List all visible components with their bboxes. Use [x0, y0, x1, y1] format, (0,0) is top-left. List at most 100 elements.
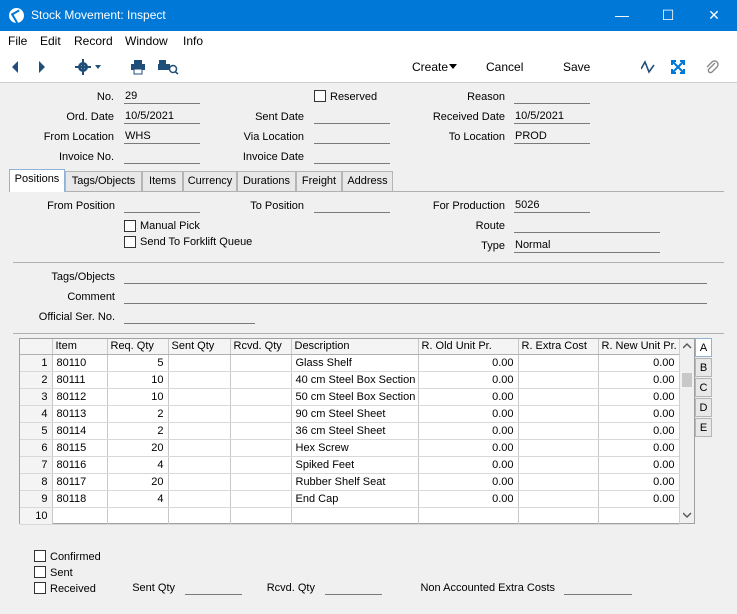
- comment-field[interactable]: [124, 290, 707, 304]
- description-cell[interactable]: 50 cm Steel Box Section: [291, 388, 419, 406]
- scroll-up-icon[interactable]: [683, 343, 692, 349]
- req-qty-cell[interactable]: 2: [107, 422, 169, 440]
- tab-durations[interactable]: Durations: [237, 171, 296, 191]
- tab-freight[interactable]: Freight: [296, 171, 342, 191]
- item-cell[interactable]: 80113: [52, 405, 108, 423]
- item-cell[interactable]: [52, 507, 108, 525]
- extra-cost-cell[interactable]: [518, 422, 599, 440]
- chevron-down-icon[interactable]: [449, 64, 458, 70]
- received-date-field[interactable]: 10/5/2021: [514, 110, 590, 124]
- menu-info[interactable]: Info: [183, 34, 203, 48]
- item-cell[interactable]: 80110: [52, 354, 108, 372]
- old-unit-price-cell[interactable]: [418, 507, 519, 525]
- rcvd-qty-cell[interactable]: [230, 371, 292, 389]
- rcvd-qty-cell[interactable]: [230, 490, 292, 508]
- extra-cost-cell[interactable]: [518, 490, 599, 508]
- sent-qty-cell[interactable]: [168, 422, 231, 440]
- table-row[interactable]: 7 80116 4 Spiked Feet 0.00 0.00: [20, 456, 680, 474]
- description-cell[interactable]: [291, 507, 419, 525]
- item-cell[interactable]: 80118: [52, 490, 108, 508]
- save-button[interactable]: Save: [563, 60, 590, 74]
- rcvd-qty-cell[interactable]: [230, 507, 292, 525]
- received-checkbox[interactable]: [34, 582, 46, 594]
- type-field[interactable]: Normal: [514, 239, 660, 253]
- to-location-field[interactable]: PROD: [514, 130, 590, 144]
- menu-record[interactable]: Record: [74, 34, 113, 48]
- new-unit-price-cell[interactable]: 0.00: [598, 439, 680, 457]
- rcvd-qty-cell[interactable]: [230, 422, 292, 440]
- new-unit-price-cell[interactable]: 0.00: [598, 473, 680, 491]
- matrix-tab-a[interactable]: A: [695, 338, 712, 357]
- extra-cost-cell[interactable]: [518, 405, 599, 423]
- invoice-no-field[interactable]: [124, 150, 200, 164]
- matrix-tab-e[interactable]: E: [695, 418, 712, 437]
- column-header-rcvd-qty[interactable]: Rcvd. Qty: [230, 339, 292, 355]
- new-unit-price-cell[interactable]: 0.00: [598, 354, 680, 372]
- from-location-field[interactable]: WHS: [124, 130, 200, 144]
- reason-field[interactable]: [514, 90, 590, 104]
- description-cell[interactable]: Glass Shelf: [291, 354, 419, 372]
- new-unit-price-cell[interactable]: [598, 507, 680, 525]
- description-cell[interactable]: Rubber Shelf Seat: [291, 473, 419, 491]
- menu-edit[interactable]: Edit: [40, 34, 61, 48]
- req-qty-cell[interactable]: 20: [107, 473, 169, 491]
- from-position-field[interactable]: [124, 199, 200, 213]
- expand-icon[interactable]: [671, 60, 685, 74]
- for-production-field[interactable]: 5026: [514, 199, 590, 213]
- column-header-extra-cost[interactable]: R. Extra Cost: [518, 339, 599, 355]
- req-qty-cell[interactable]: [107, 507, 169, 525]
- column-header-sent-qty[interactable]: Sent Qty: [168, 339, 231, 355]
- req-qty-cell[interactable]: 4: [107, 490, 169, 508]
- req-qty-cell[interactable]: 10: [107, 371, 169, 389]
- extra-cost-cell[interactable]: [518, 473, 599, 491]
- tab-address[interactable]: Address: [342, 171, 393, 191]
- column-header-description[interactable]: Description: [291, 339, 419, 355]
- column-header-new-unit-price[interactable]: R. New Unit Pr.: [598, 339, 680, 355]
- sent-qty-cell[interactable]: [168, 388, 231, 406]
- req-qty-cell[interactable]: 20: [107, 439, 169, 457]
- confirmed-checkbox[interactable]: [34, 550, 46, 562]
- sent-qty-cell[interactable]: [168, 405, 231, 423]
- menu-file[interactable]: File: [8, 34, 27, 48]
- cancel-button[interactable]: Cancel: [486, 60, 523, 74]
- sent-qty-cell[interactable]: [168, 439, 231, 457]
- extra-cost-cell[interactable]: [518, 388, 599, 406]
- table-row[interactable]: 10: [20, 507, 680, 525]
- column-header-old-unit-price[interactable]: R. Old Unit Pr.: [418, 339, 519, 355]
- item-cell[interactable]: 80115: [52, 439, 108, 457]
- new-unit-price-cell[interactable]: 0.00: [598, 456, 680, 474]
- via-location-field[interactable]: [314, 130, 390, 144]
- tab-currency[interactable]: Currency: [183, 171, 237, 191]
- table-row[interactable]: 2 80111 10 40 cm Steel Box Section 0.00 0.00: [20, 371, 680, 389]
- new-unit-price-cell[interactable]: 0.00: [598, 405, 680, 423]
- new-unit-price-cell[interactable]: 0.00: [598, 490, 680, 508]
- extra-cost-cell[interactable]: [518, 439, 599, 457]
- previous-record-icon[interactable]: [10, 60, 20, 74]
- sent-checkbox[interactable]: [34, 566, 46, 578]
- description-cell[interactable]: 90 cm Steel Sheet: [291, 405, 419, 423]
- description-cell[interactable]: End Cap: [291, 490, 419, 508]
- table-row[interactable]: 4 80113 2 90 cm Steel Sheet 0.00 0.00: [20, 405, 680, 423]
- reserved-checkbox[interactable]: [314, 90, 326, 102]
- sent-qty-cell[interactable]: [168, 371, 231, 389]
- sent-date-field[interactable]: [314, 110, 390, 124]
- req-qty-cell[interactable]: 10: [107, 388, 169, 406]
- rcvd-qty-cell[interactable]: [230, 354, 292, 372]
- description-cell[interactable]: 36 cm Steel Sheet: [291, 422, 419, 440]
- rcvd-qty-cell[interactable]: [230, 388, 292, 406]
- rcvd-qty-cell[interactable]: [230, 456, 292, 474]
- sent-qty-cell[interactable]: [168, 507, 231, 525]
- req-qty-cell[interactable]: 2: [107, 405, 169, 423]
- next-record-icon[interactable]: [37, 60, 47, 74]
- sent-qty-cell[interactable]: [168, 490, 231, 508]
- extra-cost-cell[interactable]: [518, 354, 599, 372]
- table-row[interactable]: 9 80118 4 End Cap 0.00 0.00: [20, 490, 680, 508]
- extra-cost-cell[interactable]: [518, 371, 599, 389]
- maximize-button[interactable]: ☐: [645, 0, 691, 31]
- create-button[interactable]: Create: [412, 60, 448, 74]
- print-preview-icon[interactable]: [158, 59, 180, 75]
- ord-date-field[interactable]: 10/5/2021: [124, 110, 200, 124]
- matrix-scrollbar[interactable]: [679, 339, 694, 523]
- req-qty-cell[interactable]: 4: [107, 456, 169, 474]
- tab-tags-objects[interactable]: Tags/Objects: [65, 171, 142, 191]
